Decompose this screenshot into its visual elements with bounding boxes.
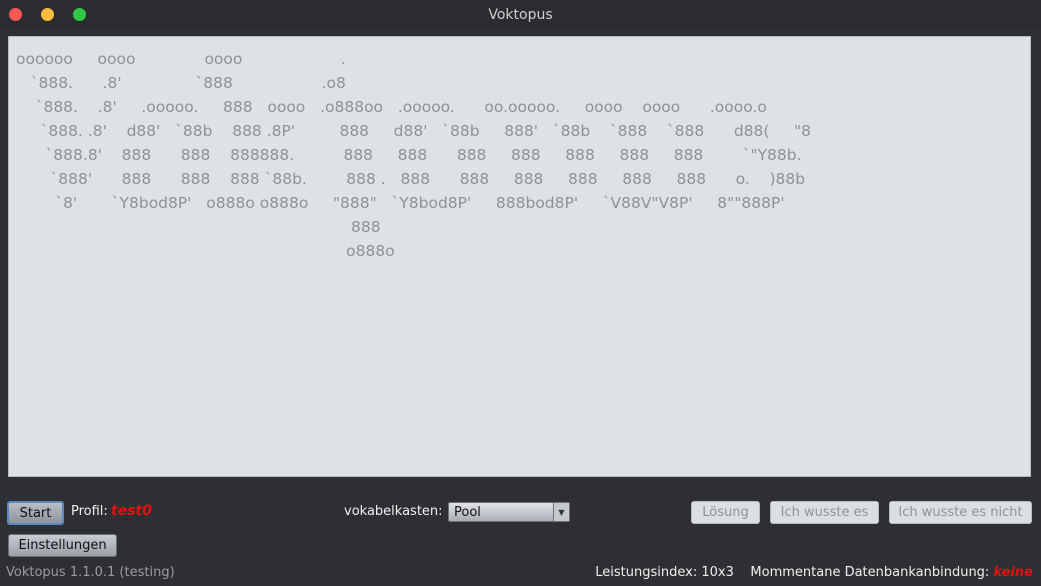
minimize-window-button[interactable] (41, 8, 54, 21)
settings-button[interactable]: Einstellungen (8, 534, 117, 557)
vocab-box-select[interactable]: Pool ▼ (448, 502, 570, 522)
vocab-display-area: oooooo oooo oooo . `888. .8' `888 .o8 `8… (8, 36, 1031, 477)
chevron-down-icon[interactable]: ▼ (553, 503, 569, 521)
profile-name: test0 (111, 503, 152, 519)
solution-button[interactable]: Lösung (691, 501, 760, 524)
voktopus-ascii-logo: oooooo oooo oooo . `888. .8' `888 .o8 `8… (16, 50, 812, 260)
close-window-button[interactable] (9, 8, 22, 21)
vocab-box-selected-value: Pool (454, 505, 481, 520)
profile-label: Profil: (71, 504, 108, 519)
db-connection-value: keine (993, 565, 1033, 580)
maximize-window-button[interactable] (73, 8, 86, 21)
version-label: Voktopus 1.1.0.1 (testing) (6, 565, 175, 580)
db-connection-label: Mommentane Datenbankanbindung: (750, 565, 990, 580)
did-not-know-button[interactable]: Ich wusste es nicht (889, 501, 1032, 524)
title-bar: Voktopus (0, 0, 1041, 29)
knew-it-button[interactable]: Ich wusste es (770, 501, 879, 524)
vocab-box-label: vokabelkasten: (344, 504, 443, 519)
start-button[interactable]: Start (7, 501, 64, 525)
performance-index: Leistungsindex: 10x3 (595, 565, 734, 580)
window-title: Voktopus (488, 6, 553, 23)
status-bar: Leistungsindex: 10x3 Mommentane Datenban… (595, 565, 1033, 580)
